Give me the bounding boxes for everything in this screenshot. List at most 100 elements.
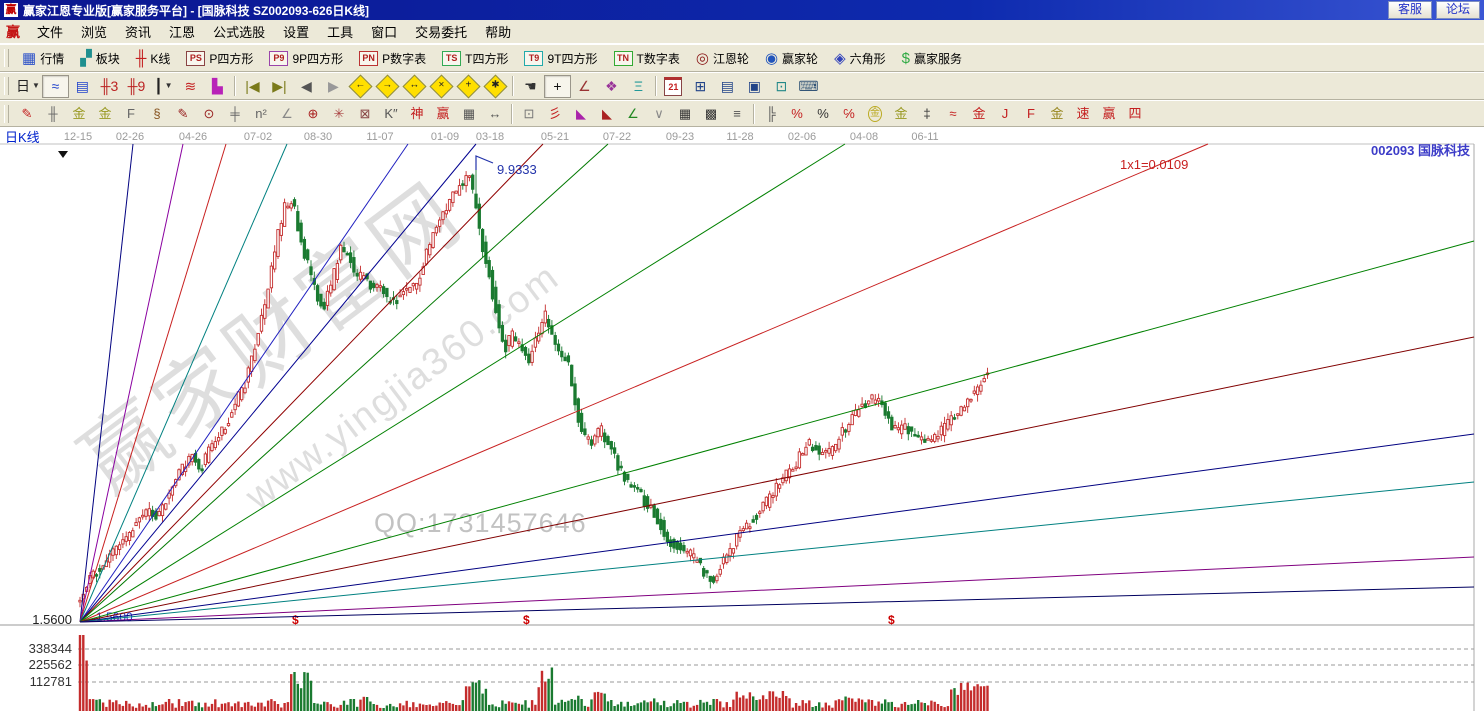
box-grid-tool[interactable]: ⊡ xyxy=(516,103,542,125)
j-angle-tool[interactable]: J xyxy=(992,103,1018,125)
gold-ruler-tool[interactable]: 金 xyxy=(66,103,92,125)
dark-grid-tool[interactable]: ▦ xyxy=(672,103,698,125)
gold-circle-tool[interactable]: 金 xyxy=(862,103,888,125)
ying-box-tool[interactable]: 赢 xyxy=(1096,103,1122,125)
gold-ruler2-tool[interactable]: 金 xyxy=(92,103,118,125)
red-channel-tool[interactable]: ≈ xyxy=(940,103,966,125)
menu-news[interactable]: 资讯 xyxy=(116,22,160,41)
gann-compass-tool[interactable]: ⊕ xyxy=(300,103,326,125)
menu-gann[interactable]: 江恩 xyxy=(160,22,204,41)
t-square-button[interactable]: TST四方形 xyxy=(434,50,516,67)
step-back-button[interactable]: ◀ xyxy=(293,75,320,98)
price-pen-tool[interactable]: ‡ xyxy=(914,103,940,125)
red-wave-tool[interactable]: ≋ xyxy=(177,75,204,98)
expand-h-diamond[interactable]: ↔ xyxy=(401,75,428,98)
compress-h-diamond[interactable]: × xyxy=(428,75,455,98)
menu-trade[interactable]: 交易委托 xyxy=(406,22,476,41)
red-pencil-tool[interactable]: ✎ xyxy=(170,103,196,125)
red-fan-tool[interactable]: 彡 xyxy=(542,103,568,125)
fan-box-tool[interactable]: ◣ xyxy=(568,103,594,125)
sectors-button[interactable]: ▞板块 xyxy=(72,50,128,67)
check-tool[interactable]: ∨ xyxy=(646,103,672,125)
menu-help[interactable]: 帮助 xyxy=(476,22,520,41)
menu-window[interactable]: 窗口 xyxy=(362,22,406,41)
star-web-tool[interactable]: ✳ xyxy=(326,103,352,125)
angle-line-tool[interactable]: ∠ xyxy=(274,103,300,125)
flower-tool[interactable]: ❖ xyxy=(598,75,625,98)
calendar-button[interactable]: 21 xyxy=(660,75,687,98)
h-ruler-tool[interactable]: ╪ xyxy=(222,103,248,125)
percent-avg-tool[interactable]: ℅ xyxy=(836,103,862,125)
gold-angle-tool[interactable]: 金 xyxy=(1044,103,1070,125)
t-digit-table-button[interactable]: TNT数字表 xyxy=(606,50,688,67)
go-last-button[interactable]: ▶| xyxy=(266,75,293,98)
crosshair-tool[interactable]: + xyxy=(544,75,571,98)
dropdown-arrow-icon[interactable]: ▼ xyxy=(32,79,40,93)
f-angle-tool[interactable]: F xyxy=(1018,103,1044,125)
ying-tool[interactable]: 赢 xyxy=(430,103,456,125)
percent-tool[interactable]: % xyxy=(810,103,836,125)
menu-formula-picker[interactable]: 公式选股 xyxy=(204,22,274,41)
p-square-button[interactable]: PSP四方形 xyxy=(178,50,261,67)
menu-browse[interactable]: 浏览 xyxy=(72,22,116,41)
export-button[interactable]: ⊡ xyxy=(768,75,795,98)
menu-settings[interactable]: 设置 xyxy=(274,22,318,41)
n2-tool[interactable]: n² xyxy=(248,103,274,125)
shen-tool[interactable]: 神 xyxy=(404,103,430,125)
toolbar-grip[interactable] xyxy=(4,77,9,95)
toolbar-grip[interactable] xyxy=(4,49,9,67)
f-ruler-tool[interactable]: F xyxy=(118,103,144,125)
pan-right-diamond[interactable]: → xyxy=(374,75,401,98)
info-note-tool[interactable]: ▤ xyxy=(69,75,96,98)
step-forward-button[interactable]: ▶ xyxy=(320,75,347,98)
candle-style-dropdown[interactable]: ┃▼ xyxy=(150,75,177,98)
percent-line-tool[interactable]: % xyxy=(784,103,810,125)
forum-button[interactable]: 论坛 xyxy=(1436,1,1480,19)
grid123-tool[interactable]: ▦ xyxy=(456,103,482,125)
go-first-button[interactable]: |◀ xyxy=(239,75,266,98)
menu-tools[interactable]: 工具 xyxy=(318,22,362,41)
histogram-tool[interactable]: ▙ xyxy=(204,75,231,98)
gann-wheel-button[interactable]: ◎江恩轮 xyxy=(688,50,757,67)
p9-square-button[interactable]: P99P四方形 xyxy=(261,50,351,67)
pencil-tool[interactable]: ✎ xyxy=(14,103,40,125)
bars3-tool[interactable]: ╫3 xyxy=(96,75,123,98)
winner-wheel-button[interactable]: ◉赢家轮 xyxy=(757,50,826,67)
gold-box-tool[interactable]: 金 xyxy=(966,103,992,125)
pan-left-diamond[interactable]: ← xyxy=(347,75,374,98)
angle-measure-tool[interactable]: ∠ xyxy=(571,75,598,98)
winner-service-button[interactable]: $赢家服务 xyxy=(894,50,970,67)
wave-tool[interactable]: ≈ xyxy=(42,75,69,98)
dropdown-arrow-icon[interactable]: ▼ xyxy=(165,79,173,93)
fan-box2-tool[interactable]: ◣ xyxy=(594,103,620,125)
chart-area[interactable]: 赢家财富网www.yingjia360.comQQ:1731457646日K线1… xyxy=(0,127,1484,712)
bars9-tool[interactable]: ╫9 xyxy=(123,75,150,98)
kline-button[interactable]: ╫K线 xyxy=(128,50,179,67)
green-angle-tool[interactable]: ∠ xyxy=(620,103,646,125)
gold-line-tool[interactable]: 金 xyxy=(888,103,914,125)
toolbar-grip[interactable] xyxy=(4,105,9,123)
print-button[interactable]: ⌨ xyxy=(795,75,822,98)
multiline-tool[interactable]: ≡ xyxy=(724,103,750,125)
hand-tool[interactable]: ☚ xyxy=(517,75,544,98)
customer-service-button[interactable]: 客服 xyxy=(1388,1,1432,19)
kline-chart[interactable]: 赢家财富网www.yingjia360.comQQ:1731457646日K线1… xyxy=(0,127,1484,712)
period-dropdown[interactable]: 日▼ xyxy=(14,75,42,98)
quotes-button[interactable]: ▦行情 xyxy=(14,50,72,67)
si-angle-tool[interactable]: 四 xyxy=(1122,103,1148,125)
compress-v-diamond[interactable]: + xyxy=(455,75,482,98)
t9-square-button[interactable]: T99T四方形 xyxy=(516,50,605,67)
hexagon-button[interactable]: ◈六角形 xyxy=(826,50,894,67)
p-digit-table-button[interactable]: PNP数字表 xyxy=(351,50,434,67)
notes-button[interactable]: ▤ xyxy=(714,75,741,98)
k-mark-tool[interactable]: K″ xyxy=(378,103,404,125)
calculator-button[interactable]: ⊞ xyxy=(687,75,714,98)
menu-file[interactable]: 文件 xyxy=(28,22,72,41)
time-circle-tool[interactable]: ⊙ xyxy=(196,103,222,125)
lace-tool[interactable]: Ξ xyxy=(625,75,652,98)
reset-view-diamond[interactable]: ✱ xyxy=(482,75,509,98)
save-button[interactable]: ▣ xyxy=(741,75,768,98)
square-web-tool[interactable]: ⊠ xyxy=(352,103,378,125)
speed-angle-tool[interactable]: 速 xyxy=(1070,103,1096,125)
volume-scale-tool[interactable]: ╠ xyxy=(758,103,784,125)
